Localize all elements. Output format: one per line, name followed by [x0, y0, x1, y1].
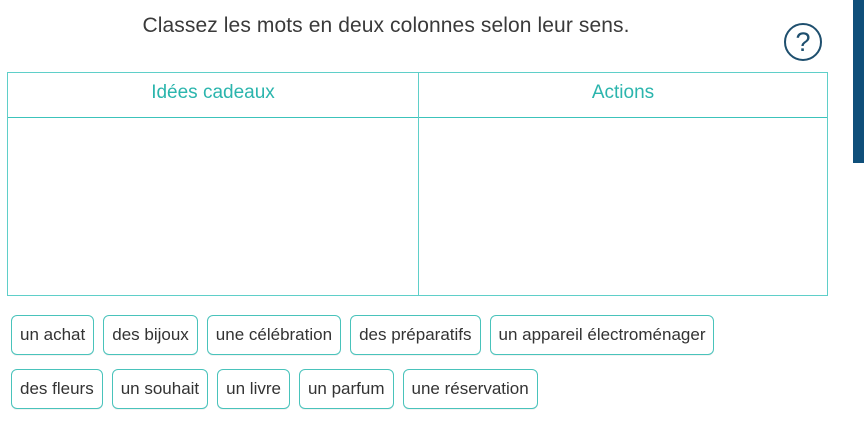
word-bank-row: des fleurs un souhait un livre un parfum…: [11, 369, 714, 409]
word-chip[interactable]: un parfum: [298, 369, 394, 409]
drop-zone-actions[interactable]: [419, 119, 827, 295]
word-chip[interactable]: des fleurs: [11, 369, 103, 409]
help-button[interactable]: ?: [784, 23, 822, 61]
column-header-gift-ideas: Idées cadeaux: [8, 73, 418, 118]
word-chip[interactable]: un souhait: [111, 369, 209, 409]
word-chip[interactable]: un achat: [11, 315, 95, 355]
column-header-actions: Actions: [419, 73, 827, 118]
column-gift-ideas: Idées cadeaux: [8, 73, 419, 295]
sorting-table: Idées cadeaux Actions: [7, 72, 828, 296]
question-circle-icon: ?: [795, 27, 811, 57]
word-chip[interactable]: un appareil électroménager: [489, 315, 715, 355]
word-chip[interactable]: une célébration: [206, 315, 342, 355]
drop-zone-gift-ideas[interactable]: [8, 119, 418, 295]
instruction-text: Classez les mots en deux colonnes selon …: [142, 14, 630, 37]
column-actions: Actions: [419, 73, 827, 295]
word-chip[interactable]: des bijoux: [103, 315, 198, 355]
word-chip[interactable]: un livre: [217, 369, 290, 409]
word-chip[interactable]: une réservation: [402, 369, 538, 409]
side-edge-bar: [853, 0, 864, 163]
word-chip[interactable]: des préparatifs: [350, 315, 481, 355]
word-bank: un achat des bijoux une célébration des …: [11, 315, 715, 423]
word-bank-row: un achat des bijoux une célébration des …: [11, 315, 715, 355]
